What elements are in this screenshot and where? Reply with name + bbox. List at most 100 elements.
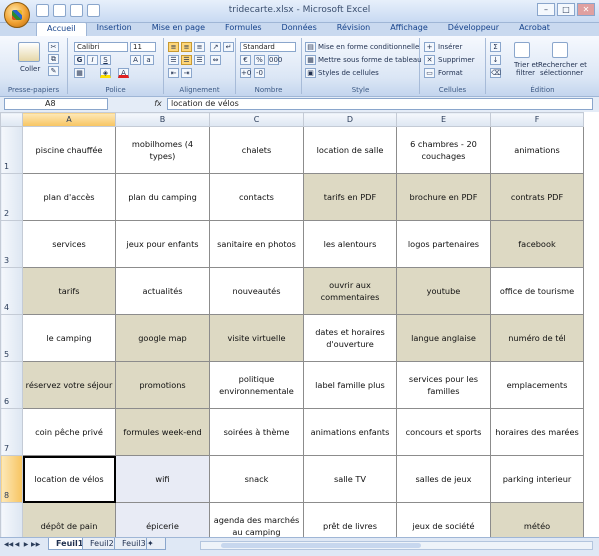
cell-c1[interactable]: chalets (209, 126, 304, 174)
cell-e7[interactable]: concours et sports (396, 408, 491, 456)
conditional-format-button[interactable]: Mise en forme conditionnelle (318, 43, 419, 51)
cell-b3[interactable]: jeux pour enfants (115, 220, 210, 268)
cell-d5[interactable]: dates et horaires d'ouverture (303, 314, 397, 362)
cell-a1[interactable]: piscine chauffée (22, 126, 116, 174)
paste-button[interactable]: Coller (20, 65, 40, 73)
decrease-decimal-icon[interactable]: -0 (254, 68, 265, 78)
clear-icon[interactable]: ⌫ (490, 68, 501, 78)
number-format-select[interactable]: Standard (240, 42, 296, 52)
borders-icon[interactable]: ▦ (74, 68, 85, 78)
sort-filter-line2[interactable]: filtrer (516, 69, 535, 77)
cell-a3[interactable]: services (22, 220, 116, 268)
grow-font-icon[interactable]: A (130, 55, 141, 65)
copy-icon[interactable]: ⧉ (48, 54, 59, 64)
format-as-table-button[interactable]: Mettre sous forme de tableau (318, 56, 422, 64)
column-header-a[interactable]: A (22, 112, 116, 127)
insert-button[interactable]: Insérer (438, 43, 462, 51)
cell-f6[interactable]: emplacements (490, 361, 584, 409)
cell-f4[interactable]: office de tourisme (490, 267, 584, 315)
cell-a2[interactable]: plan d'accès (22, 173, 116, 221)
cell-c5[interactable]: visite virtuelle (209, 314, 304, 362)
font-color-icon[interactable]: A (118, 68, 129, 78)
cell-a7[interactable]: coin pêche privé (22, 408, 116, 456)
align-middle-icon[interactable]: ≡ (181, 42, 192, 52)
find-select-line2[interactable]: sélectionner (540, 69, 583, 77)
maximize-button[interactable]: □ (557, 3, 575, 16)
cell-f2[interactable]: contrats PDF (490, 173, 584, 221)
align-right-icon[interactable]: ☰ (194, 55, 205, 65)
cell-c8[interactable]: snack (209, 455, 304, 503)
align-bottom-icon[interactable]: ≡ (194, 42, 205, 52)
format-painter-icon[interactable]: ✎ (48, 66, 59, 76)
cell-d7[interactable]: animations enfants (303, 408, 397, 456)
italic-icon[interactable]: I (87, 55, 98, 65)
cell-a8[interactable]: location de vélos (22, 455, 116, 503)
row-header-3[interactable]: 3 (0, 220, 23, 268)
column-header-d[interactable]: D (303, 112, 397, 127)
delete-button[interactable]: Supprimer (438, 56, 475, 64)
wrap-text-icon[interactable]: ↵ (223, 42, 234, 52)
tab-mise-en-page[interactable]: Mise en page (142, 22, 215, 36)
row-header-5[interactable]: 5 (0, 314, 23, 362)
underline-icon[interactable]: S (100, 55, 111, 65)
merge-center-icon[interactable]: ⇔ (210, 55, 221, 65)
cell-b1[interactable]: mobilhomes (4 types) (115, 126, 210, 174)
cell-e5[interactable]: langue anglaise (396, 314, 491, 362)
fx-icon[interactable]: fx (150, 98, 166, 110)
cell-d1[interactable]: location de salle (303, 126, 397, 174)
autosum-icon[interactable]: Σ (490, 42, 501, 52)
column-header-c[interactable]: C (209, 112, 304, 127)
align-left-icon[interactable]: ☰ (168, 55, 179, 65)
cell-c4[interactable]: nouveautés (209, 267, 304, 315)
cell-e6[interactable]: services pour les familles (396, 361, 491, 409)
tab-insertion[interactable]: Insertion (87, 22, 142, 36)
font-name-select[interactable]: Calibri (74, 42, 128, 52)
orientation-icon[interactable]: ↗ (210, 42, 221, 52)
horizontal-scrollbar[interactable] (200, 541, 593, 550)
tab-revision[interactable]: Révision (327, 22, 380, 36)
cell-a6[interactable]: réservez votre séjour (22, 361, 116, 409)
sort-filter-line1[interactable]: Trier et (514, 61, 539, 69)
bold-icon[interactable]: G (74, 55, 85, 65)
cut-icon[interactable]: ✂ (48, 42, 59, 52)
column-header-b[interactable]: B (115, 112, 210, 127)
row-header-6[interactable]: 6 (0, 361, 23, 409)
cell-e2[interactable]: brochure en PDF (396, 173, 491, 221)
cell-d3[interactable]: les alentours (303, 220, 397, 268)
close-button[interactable]: ✕ (577, 3, 595, 16)
increase-indent-icon[interactable]: ⇥ (181, 68, 192, 78)
fill-color-icon[interactable]: ◈ (100, 68, 111, 78)
cell-e4[interactable]: youtube (396, 267, 491, 315)
font-size-select[interactable]: 11 (130, 42, 156, 52)
cell-e3[interactable]: logos partenaires (396, 220, 491, 268)
first-sheet-icon[interactable]: ◀◀ (4, 541, 13, 549)
insert-sheet-icon[interactable]: ✦ (146, 538, 166, 550)
cell-d8[interactable]: salle TV (303, 455, 397, 503)
formula-input[interactable]: location de vélos (167, 98, 593, 110)
cell-b7[interactable]: formules week-end (115, 408, 210, 456)
prev-sheet-icon[interactable]: ◀ (13, 541, 21, 549)
tab-affichage[interactable]: Affichage (380, 22, 438, 36)
cell-a5[interactable]: le camping (22, 314, 116, 362)
cell-b8[interactable]: wifi (115, 455, 210, 503)
currency-icon[interactable]: € (240, 55, 251, 65)
row-header-2[interactable]: 2 (0, 173, 23, 221)
tab-developpeur[interactable]: Développeur (438, 22, 509, 36)
cell-c7[interactable]: soirées à thème (209, 408, 304, 456)
format-button[interactable]: Format (438, 69, 463, 77)
row-header-7[interactable]: 7 (0, 408, 23, 456)
select-all-corner[interactable] (0, 112, 23, 127)
office-button[interactable] (4, 2, 30, 28)
cell-b4[interactable]: actualités (115, 267, 210, 315)
worksheet-grid[interactable]: A B C D E F 1 piscine chauffée mobilhomes … (0, 112, 599, 542)
shrink-font-icon[interactable]: a (143, 55, 154, 65)
cell-d6[interactable]: label famille plus (303, 361, 397, 409)
decrease-indent-icon[interactable]: ⇤ (168, 68, 179, 78)
align-center-icon[interactable]: ☰ (181, 55, 192, 65)
row-header-1[interactable]: 1 (0, 126, 23, 174)
cell-e1[interactable]: 6 chambres - 20 couchages (396, 126, 491, 174)
cell-f3[interactable]: facebook (490, 220, 584, 268)
cell-f5[interactable]: numéro de tél (490, 314, 584, 362)
find-select-line1[interactable]: Rechercher et (538, 61, 587, 69)
tab-donnees[interactable]: Données (272, 22, 327, 36)
